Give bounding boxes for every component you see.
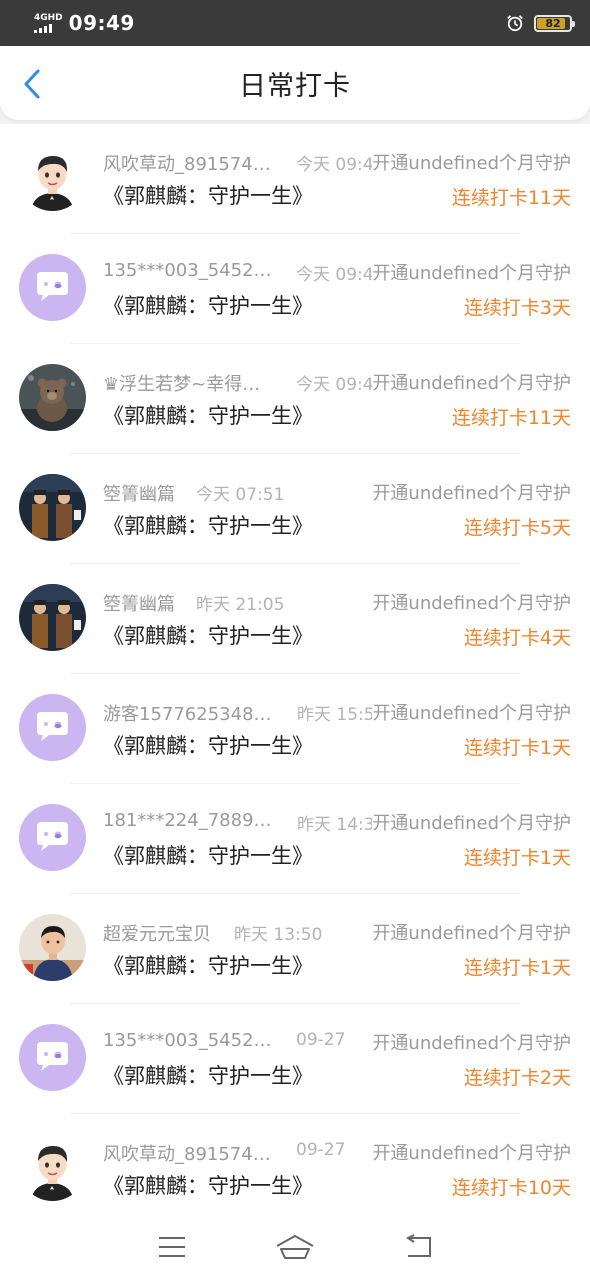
guard-action: 开通undefined个月守护 <box>372 809 571 835</box>
page-title: 日常打卡 <box>239 70 351 102</box>
avatar[interactable] <box>19 1134 86 1201</box>
chevron-left-icon <box>24 69 40 99</box>
list-item[interactable]: 箜箐幽篇 昨天 21:05 开通undefined个月守护《郭麒麟：守护一生》 连续打… <box>0 564 590 674</box>
list-item[interactable]: 风吹草动_891574… 09-27 开通undefined个月守护《郭麒麟：守护一… <box>0 1114 590 1224</box>
user-name[interactable]: 风吹草动_891574… <box>103 1140 271 1166</box>
menu-icon <box>158 1236 185 1257</box>
book-title: 《郭麒麟：守护一生》 <box>103 954 313 978</box>
user-name[interactable]: 箜箐幽篇 <box>103 480 175 506</box>
streak-count: 连续打卡3天 <box>463 297 571 319</box>
streak-count: 连续打卡11天 <box>451 407 571 429</box>
system-nav-bar <box>0 1213 590 1280</box>
checkin-list: 风吹草动_891574… 今天 09:4… 开通undefined个月守护 《郭麒麟：… <box>0 124 590 1224</box>
streak-count: 连续打卡11天 <box>451 187 571 209</box>
list-item[interactable]: 箜箐幽篇 今天 07:51 开通undefined个月守护《郭麒麟：守护一生》 连续打… <box>0 454 590 564</box>
list-item[interactable]: ♛浮生若梦~幸得… 今天 09:4… 开通undefined个月守护 《郭麒麟：守护一… <box>0 344 590 454</box>
streak-count: 连续打卡1天 <box>463 957 571 979</box>
book-title: 《郭麒麟：守护一生》 <box>103 1174 313 1198</box>
avatar[interactable] <box>19 804 86 871</box>
guard-action: 开通undefined个月守护 <box>372 369 571 395</box>
streak-count: 连续打卡1天 <box>463 847 571 869</box>
avatar[interactable] <box>19 254 86 321</box>
streak-count: 连续打卡5天 <box>463 517 571 539</box>
list-item[interactable]: 游客1577625348… 昨天 15:5… 开通undefined个月守护 《郭麒麟… <box>0 674 590 784</box>
signal-icon: 4GHD <box>34 12 63 33</box>
list-item[interactable]: 135***003_5452… 今天 09:4… 开通undefined个月守护 《郭… <box>0 234 590 344</box>
network-type: 4GHD <box>34 12 63 23</box>
streak-count: 连续打卡10天 <box>451 1177 571 1199</box>
book-title: 《郭麒麟：守护一生》 <box>103 1064 313 1088</box>
book-title: 《郭麒麟：守护一生》 <box>103 404 313 428</box>
streak-count: 连续打卡2天 <box>463 1067 571 1089</box>
avatar[interactable] <box>19 364 86 431</box>
book-title: 《郭麒麟：守护一生》 <box>103 624 313 648</box>
avatar[interactable] <box>19 474 86 541</box>
list-item[interactable]: 超爱元元宝贝 昨天 13:50 开通undefined个月守护《郭麒麟：守护一生》 连… <box>0 894 590 1004</box>
guard-action: 开通undefined个月守护 <box>372 1029 571 1055</box>
timestamp: 昨天 21:05 <box>196 595 285 615</box>
timestamp: 今天 07:51 <box>196 485 285 505</box>
guard-action: 开通undefined个月守护 <box>372 149 571 175</box>
status-time: 09:49 <box>68 11 135 35</box>
guard-action: 开通undefined个月守护 <box>372 1139 571 1165</box>
battery-icon: 82 <box>534 14 575 32</box>
streak-count: 连续打卡4天 <box>463 627 571 649</box>
user-name[interactable]: ♛浮生若梦~幸得… <box>103 370 260 396</box>
back-icon <box>406 1233 432 1257</box>
user-name[interactable]: 超爱元元宝贝 <box>103 920 211 946</box>
battery-level: 82 <box>545 16 561 30</box>
book-title: 《郭麒麟：守护一生》 <box>103 184 313 208</box>
timestamp: 昨天 13:50 <box>234 925 323 945</box>
timestamp: 09-27 <box>296 1140 346 1160</box>
avatar[interactable] <box>19 694 86 761</box>
book-title: 《郭麒麟：守护一生》 <box>103 294 313 318</box>
avatar[interactable] <box>19 144 86 211</box>
user-name[interactable]: 游客1577625348… <box>103 700 272 726</box>
avatar[interactable] <box>19 1024 86 1091</box>
list-item[interactable]: 135***003_5452… 09-27 开通undefined个月守护《郭麒麟：… <box>0 1004 590 1114</box>
guard-action: 开通undefined个月守护 <box>372 259 571 285</box>
avatar[interactable] <box>19 914 86 981</box>
back-button[interactable] <box>14 64 50 104</box>
avatar[interactable] <box>19 584 86 651</box>
guard-action: 开通undefined个月守护 <box>372 919 571 945</box>
status-bar: 4GHD 09:49 82 <box>0 0 590 46</box>
book-title: 《郭麒麟：守护一生》 <box>103 734 313 758</box>
book-title: 《郭麒麟：守护一生》 <box>103 514 313 538</box>
guard-action: 开通undefined个月守护 <box>372 589 571 615</box>
list-item[interactable]: 181***224_7889… 昨天 14:3… 开通undefined个月守护 《郭… <box>0 784 590 894</box>
home-icon <box>276 1234 314 1259</box>
back-nav-button[interactable] <box>396 1229 440 1265</box>
guard-action: 开通undefined个月守护 <box>372 699 571 725</box>
alarm-icon <box>507 15 523 32</box>
guard-action: 开通undefined个月守护 <box>372 479 571 505</box>
book-title: 《郭麒麟：守护一生》 <box>103 844 313 868</box>
user-name[interactable]: 181***224_7889… <box>103 810 272 831</box>
streak-count: 连续打卡1天 <box>463 737 571 759</box>
menu-button[interactable] <box>150 1229 194 1265</box>
user-name[interactable]: 箜箐幽篇 <box>103 590 175 616</box>
timestamp: 09-27 <box>296 1030 346 1050</box>
home-button[interactable] <box>273 1229 317 1265</box>
user-name[interactable]: 135***003_5452… <box>103 260 272 281</box>
list-item[interactable]: 风吹草动_891574… 今天 09:4… 开通undefined个月守护 《郭麒麟：… <box>0 124 590 234</box>
user-name[interactable]: 135***003_5452… <box>103 1030 272 1051</box>
user-name[interactable]: 风吹草动_891574… <box>103 150 271 176</box>
page-header: 日常打卡 <box>0 46 590 120</box>
